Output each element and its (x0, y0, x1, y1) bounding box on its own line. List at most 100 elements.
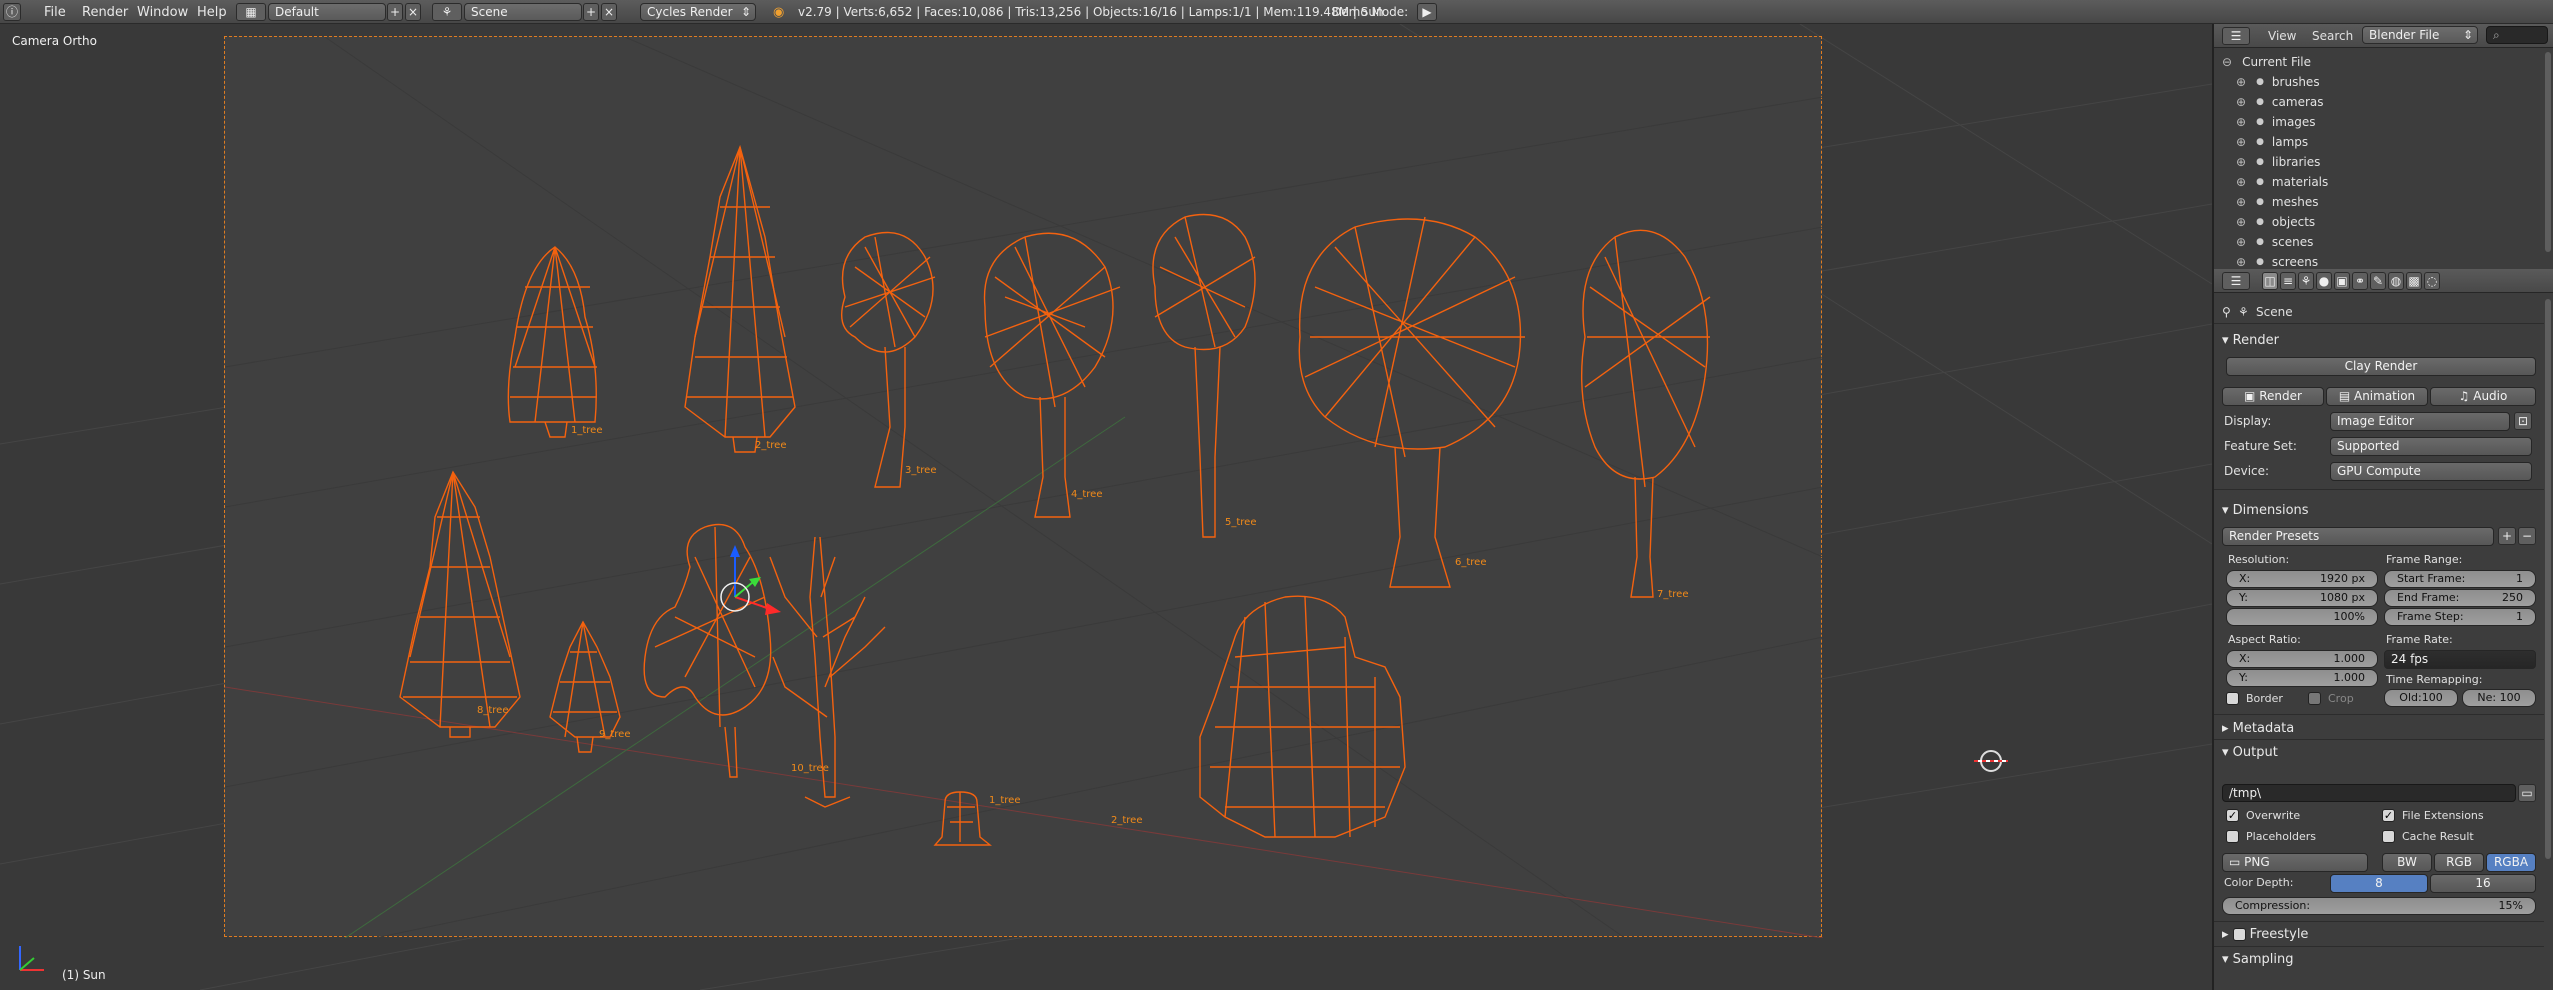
device-dropdown[interactable]: GPU Compute (2330, 462, 2532, 481)
frame-step-field[interactable]: Frame Step: 1 (2384, 608, 2536, 626)
render-presets-dropdown[interactable]: Render Presets (2222, 527, 2494, 546)
scene-field[interactable]: Scene (464, 3, 582, 21)
expand-icon[interactable]: ⊕ (2236, 155, 2246, 169)
expand-icon[interactable]: ⊕ (2236, 235, 2246, 249)
screen-layout-field[interactable]: Default (268, 3, 386, 21)
outliner-item[interactable]: ⊕ ● cameras (2236, 92, 2553, 112)
render-engine-dropdown[interactable]: Cycles Render ⇕ (640, 3, 756, 21)
texture-tab-icon[interactable]: ▩ (2406, 272, 2422, 290)
menu-file[interactable]: File (44, 2, 66, 22)
remove-scene-button[interactable]: × (601, 3, 617, 21)
color-rgba-button[interactable]: RGBA (2486, 853, 2536, 872)
sampling-section-header[interactable]: ▾ Sampling (2222, 952, 2294, 967)
depth-8-button[interactable]: 8 (2330, 874, 2428, 893)
color-rgb-button[interactable]: RGB (2434, 853, 2484, 872)
expand-icon[interactable]: ⊕ (2236, 135, 2246, 149)
properties-scrollbar[interactable] (2545, 299, 2551, 859)
outliner-item[interactable]: ⊕ ● scenes (2236, 232, 2553, 252)
color-bw-button[interactable]: BW (2382, 853, 2432, 872)
compression-slider[interactable]: Compression: 15% (2222, 897, 2536, 915)
freestyle-checkbox[interactable] (2232, 928, 2246, 941)
menu-window[interactable]: Window (137, 2, 188, 22)
material-tab-icon[interactable]: ◍ (2388, 272, 2404, 290)
render-tab-icon[interactable]: ◫ (2262, 272, 2278, 290)
outliner-item[interactable]: ⊕ ● images (2236, 112, 2553, 132)
remove-layout-button[interactable]: × (405, 3, 421, 21)
expand-icon[interactable]: ⊕ (2236, 95, 2246, 109)
search-input[interactable]: ⌕ (2486, 26, 2548, 44)
expand-icon[interactable]: ⊕ (2236, 215, 2246, 229)
outliner-item[interactable]: ⊕ ● meshes (2236, 192, 2553, 212)
aspect-x-field[interactable]: X: 1.000 (2226, 650, 2378, 668)
outliner-search-menu[interactable]: Search (2312, 29, 2353, 43)
physics-tab-icon[interactable]: ◌ (2424, 272, 2440, 290)
outliner-item[interactable]: ⊕ ● brushes (2236, 72, 2553, 92)
start-frame-field[interactable]: Start Frame: 1 (2384, 570, 2536, 588)
crop-checkbox[interactable] (2308, 692, 2321, 705)
freestyle-section-header[interactable]: ▸ Freestyle (2222, 927, 2308, 942)
editor-type-icon[interactable]: ☰ (2222, 27, 2250, 45)
world-tab-icon[interactable]: ● (2316, 272, 2332, 290)
demo-play-button[interactable]: ▶ (1417, 3, 1437, 21)
metadata-section-header[interactable]: ▸ Metadata (2222, 721, 2294, 736)
resolution-percentage-field[interactable]: 100% (2226, 608, 2378, 626)
expand-icon[interactable]: ⊕ (2236, 195, 2246, 209)
expand-icon[interactable]: ⊕ (2236, 255, 2246, 269)
menu-help[interactable]: Help (197, 2, 227, 22)
editor-type-icon[interactable]: ☰ (2222, 272, 2250, 290)
border-checkbox[interactable] (2226, 692, 2239, 705)
dimensions-section-header[interactable]: ▾ Dimensions (2222, 503, 2309, 518)
placeholders-checkbox[interactable] (2226, 830, 2239, 843)
display-toggle-icon[interactable]: ⊡ (2514, 412, 2532, 430)
expand-icon[interactable]: ⊕ (2236, 115, 2246, 129)
audio-button[interactable]: ♫ Audio (2430, 387, 2536, 406)
feature-set-dropdown[interactable]: Supported (2330, 437, 2532, 456)
expand-icon[interactable]: ⊕ (2236, 175, 2246, 189)
info-editor-icon[interactable]: ⓘ (3, 3, 21, 21)
object-tab-icon[interactable]: ▣ (2334, 272, 2350, 290)
output-path-input[interactable]: /tmp\ (2222, 784, 2516, 802)
constraints-tab-icon[interactable]: ⚭ (2352, 272, 2368, 290)
file-extensions-checkbox[interactable]: ✓ (2382, 809, 2395, 822)
remove-preset-button[interactable]: − (2518, 527, 2536, 545)
resolution-x-field[interactable]: X: 1920 px (2226, 570, 2378, 588)
folder-browse-icon[interactable]: ▭ (2518, 784, 2536, 802)
frame-rate-dropdown[interactable]: 24 fps (2384, 650, 2536, 669)
animation-button[interactable]: ▤ Animation (2326, 387, 2428, 406)
outliner-item[interactable]: ⊕ ● materials (2236, 172, 2553, 192)
display-dropdown[interactable]: Image Editor (2330, 412, 2510, 431)
outliner-item[interactable]: ⊕ ● lamps (2236, 132, 2553, 152)
render-button[interactable]: ▣ Render (2222, 387, 2324, 406)
3d-cursor-icon[interactable] (1974, 750, 2008, 772)
file-format-dropdown[interactable]: ▭ PNG (2222, 853, 2368, 872)
output-section-header[interactable]: ▾ Output (2222, 745, 2278, 760)
clay-render-button[interactable]: Clay Render (2226, 357, 2536, 376)
display-mode-dropdown[interactable]: Blender File ⇕ (2362, 26, 2478, 44)
pin-icon[interactable]: ⚲ (2222, 305, 2231, 319)
add-preset-button[interactable]: + (2498, 527, 2516, 545)
scene-tab-icon[interactable]: ⚘ (2298, 272, 2314, 290)
overwrite-checkbox[interactable]: ✓ (2226, 809, 2239, 822)
outliner-view-menu[interactable]: View (2268, 29, 2296, 43)
time-new-field[interactable]: Ne: 100 (2462, 689, 2536, 707)
3d-viewport[interactable]: Camera Ortho 1_tree 2_tree 3_tree 4_tree… (0, 24, 2212, 990)
add-scene-button[interactable]: + (583, 3, 599, 21)
end-frame-field[interactable]: End Frame: 250 (2384, 589, 2536, 607)
expand-icon[interactable]: ⊕ (2236, 75, 2246, 89)
layers-tab-icon[interactable]: ≡ (2280, 272, 2296, 290)
resolution-y-field[interactable]: Y: 1080 px (2226, 589, 2378, 607)
outliner-root[interactable]: ⊖ Current File (2222, 52, 2550, 72)
screen-layout-icon[interactable]: ▦ (236, 3, 266, 21)
menu-render[interactable]: Render (82, 2, 128, 22)
add-layout-button[interactable]: + (387, 3, 403, 21)
render-section-header[interactable]: ▾ Render (2222, 333, 2279, 348)
outliner-scrollbar[interactable] (2545, 52, 2551, 252)
outliner-item[interactable]: ⊕ ● libraries (2236, 152, 2553, 172)
outliner-item[interactable]: ⊕ ● objects (2236, 212, 2553, 232)
aspect-y-field[interactable]: Y: 1.000 (2226, 669, 2378, 687)
depth-16-button[interactable]: 16 (2430, 874, 2536, 893)
scene-icon[interactable]: ⚘ (432, 3, 462, 21)
time-old-field[interactable]: Old:100 (2384, 689, 2458, 707)
cache-result-checkbox[interactable] (2382, 830, 2395, 843)
modifiers-tab-icon[interactable]: ✎ (2370, 272, 2386, 290)
